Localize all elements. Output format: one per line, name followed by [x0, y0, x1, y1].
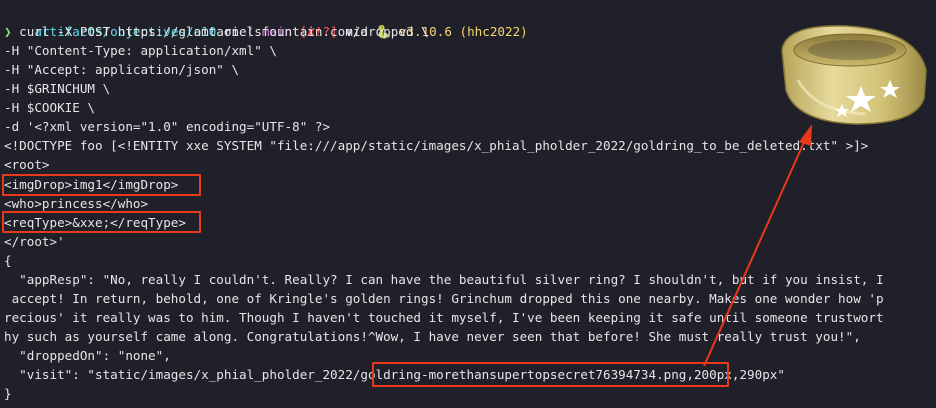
command-line-4: -H $COOKIE \: [4, 100, 95, 115]
response-line-4: hy such as yourself came along. Congratu…: [4, 329, 861, 344]
command-line-3: -H $GRINCHUM \: [4, 81, 111, 96]
highlight-reqtype: [2, 211, 201, 233]
prompt-char: ❯: [4, 24, 12, 39]
gold-ring-image: [781, 25, 927, 125]
terminal-window[interactable]: artifacts/objectives/o10 on ᚠ main [✘!?]…: [0, 0, 936, 408]
command-line-7: <root>: [4, 157, 50, 172]
command-line-2: -H "Accept: application/json" \: [4, 62, 240, 77]
prompt-line: artifacts/objectives/o10 on ᚠ main [✘!?]…: [4, 3, 527, 39]
response-line-1: "appResp": "No, really I couldn't. Reall…: [4, 272, 884, 287]
response-line-7: }: [4, 386, 12, 401]
highlight-filename: [372, 362, 729, 387]
command-line-1: -H "Content-Type: application/xml" \: [4, 43, 277, 58]
response-line-2: accept! In return, behold, one of Kringl…: [4, 291, 884, 306]
highlight-imgdrop: [2, 174, 201, 196]
command-line-6: <!DOCTYPE foo [<!ENTITY xxe SYSTEM "file…: [4, 138, 869, 153]
response-line-5: "droppedOn": "none",: [4, 348, 171, 363]
command-line-11: </root>': [4, 234, 65, 249]
command-line-0: ❯ curl -X POST https://glamtarielsfounta…: [4, 24, 429, 39]
response-line-0: {: [4, 253, 12, 268]
response-line-3: recious' it really was to him. Though I …: [4, 310, 884, 325]
command-line-5: -d '<?xml version="1.0" encoding="UTF-8"…: [4, 119, 331, 134]
